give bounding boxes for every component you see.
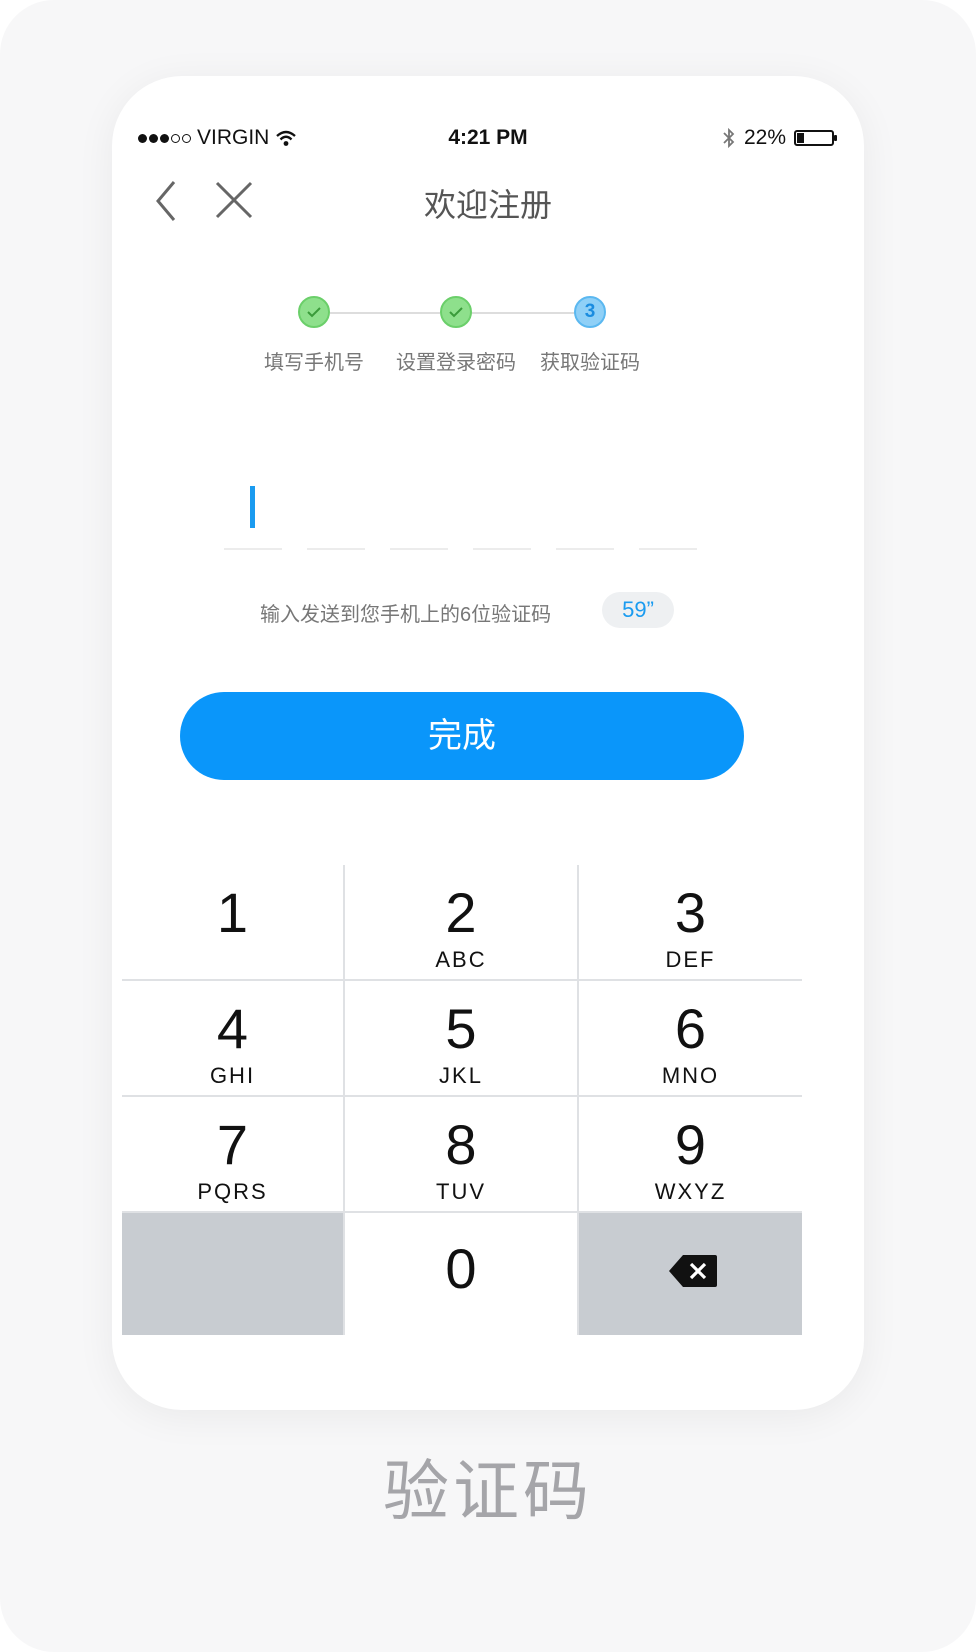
step-connector	[330, 312, 440, 314]
key-letters: DEF	[665, 947, 716, 972]
key-digit: 3	[674, 881, 707, 944]
key-letters: TUV	[436, 1179, 486, 1204]
key-3[interactable]: 3 DEF	[579, 865, 802, 979]
key-digit: 7	[216, 1113, 249, 1176]
code-slot	[473, 548, 531, 550]
step-3-active-icon: 3	[574, 296, 606, 328]
key-4[interactable]: 4 GHI	[122, 981, 343, 1095]
key-8[interactable]: 8 TUV	[345, 1097, 577, 1211]
numeric-keypad: 1 2 ABC 3 DEF 4 GHI 5 JKL 6 MNO 7 PQRS 8…	[122, 865, 802, 1335]
step-1-done-icon	[298, 296, 330, 328]
backspace-icon	[669, 1255, 717, 1287]
step-label: 设置登录密码	[396, 352, 516, 374]
key-digit: 9	[674, 1113, 707, 1176]
key-2[interactable]: 2 ABC	[345, 865, 577, 979]
screenshot-card: VIRGIN 4:21 PM 22% 欢迎注册 3 填写手机号 设置登录密码 获…	[0, 0, 976, 1652]
key-digit: 5	[445, 997, 477, 1060]
key-6[interactable]: 6 MNO	[579, 981, 802, 1095]
step-progress: 3 填写手机号 设置登录密码 获取验证码	[112, 296, 864, 386]
key-digit: 1	[216, 881, 249, 944]
step-label: 获取验证码	[540, 352, 640, 374]
key-blank	[122, 1213, 343, 1335]
code-slot	[224, 548, 282, 550]
key-digit: 0	[445, 1237, 477, 1300]
code-slot	[639, 548, 697, 550]
code-slot	[307, 548, 365, 550]
key-1[interactable]: 1	[122, 865, 343, 979]
key-digit: 6	[674, 997, 707, 1060]
step-2-done-icon	[440, 296, 472, 328]
done-button[interactable]: 完成	[180, 692, 744, 780]
key-letters: MNO	[661, 1063, 720, 1088]
check-icon	[449, 307, 463, 318]
step-label: 填写手机号	[264, 352, 364, 374]
battery-percent: 22%	[743, 126, 786, 149]
screen-caption: 验证码	[383, 1454, 593, 1528]
key-digit: 2	[445, 881, 477, 944]
key-7[interactable]: 7 PQRS	[122, 1097, 343, 1211]
key-letters: PQRS	[197, 1179, 268, 1204]
key-letters: ABC	[435, 947, 487, 972]
key-letters: GHI	[209, 1063, 256, 1088]
battery-fill	[797, 133, 804, 143]
resend-countdown[interactable]: 59”	[602, 592, 674, 628]
text-cursor	[250, 486, 255, 528]
key-digit: 8	[445, 1113, 477, 1176]
code-slot	[556, 548, 614, 550]
status-bar: VIRGIN 4:21 PM 22%	[112, 126, 864, 156]
key-letters: JKL	[439, 1063, 483, 1088]
key-letters: WXYZ	[654, 1179, 727, 1204]
check-icon	[307, 307, 321, 318]
key-5[interactable]: 5 JKL	[345, 981, 577, 1095]
page-title: 欢迎注册	[423, 187, 552, 223]
key-digit: 4	[216, 997, 249, 1060]
key-9[interactable]: 9 WXYZ	[579, 1097, 802, 1211]
delete-key[interactable]	[579, 1213, 802, 1335]
step-connector	[470, 312, 576, 314]
phone-screen: VIRGIN 4:21 PM 22% 欢迎注册 3 填写手机号 设置登录密码 获…	[112, 76, 864, 1410]
key-0[interactable]: 0	[345, 1213, 577, 1335]
status-right: 22%	[722, 126, 837, 150]
code-hint: 输入发送到您手机上的6位验证码	[260, 604, 552, 626]
bluetooth-icon	[723, 127, 735, 149]
code-slot	[390, 548, 448, 550]
battery-icon	[794, 130, 837, 146]
